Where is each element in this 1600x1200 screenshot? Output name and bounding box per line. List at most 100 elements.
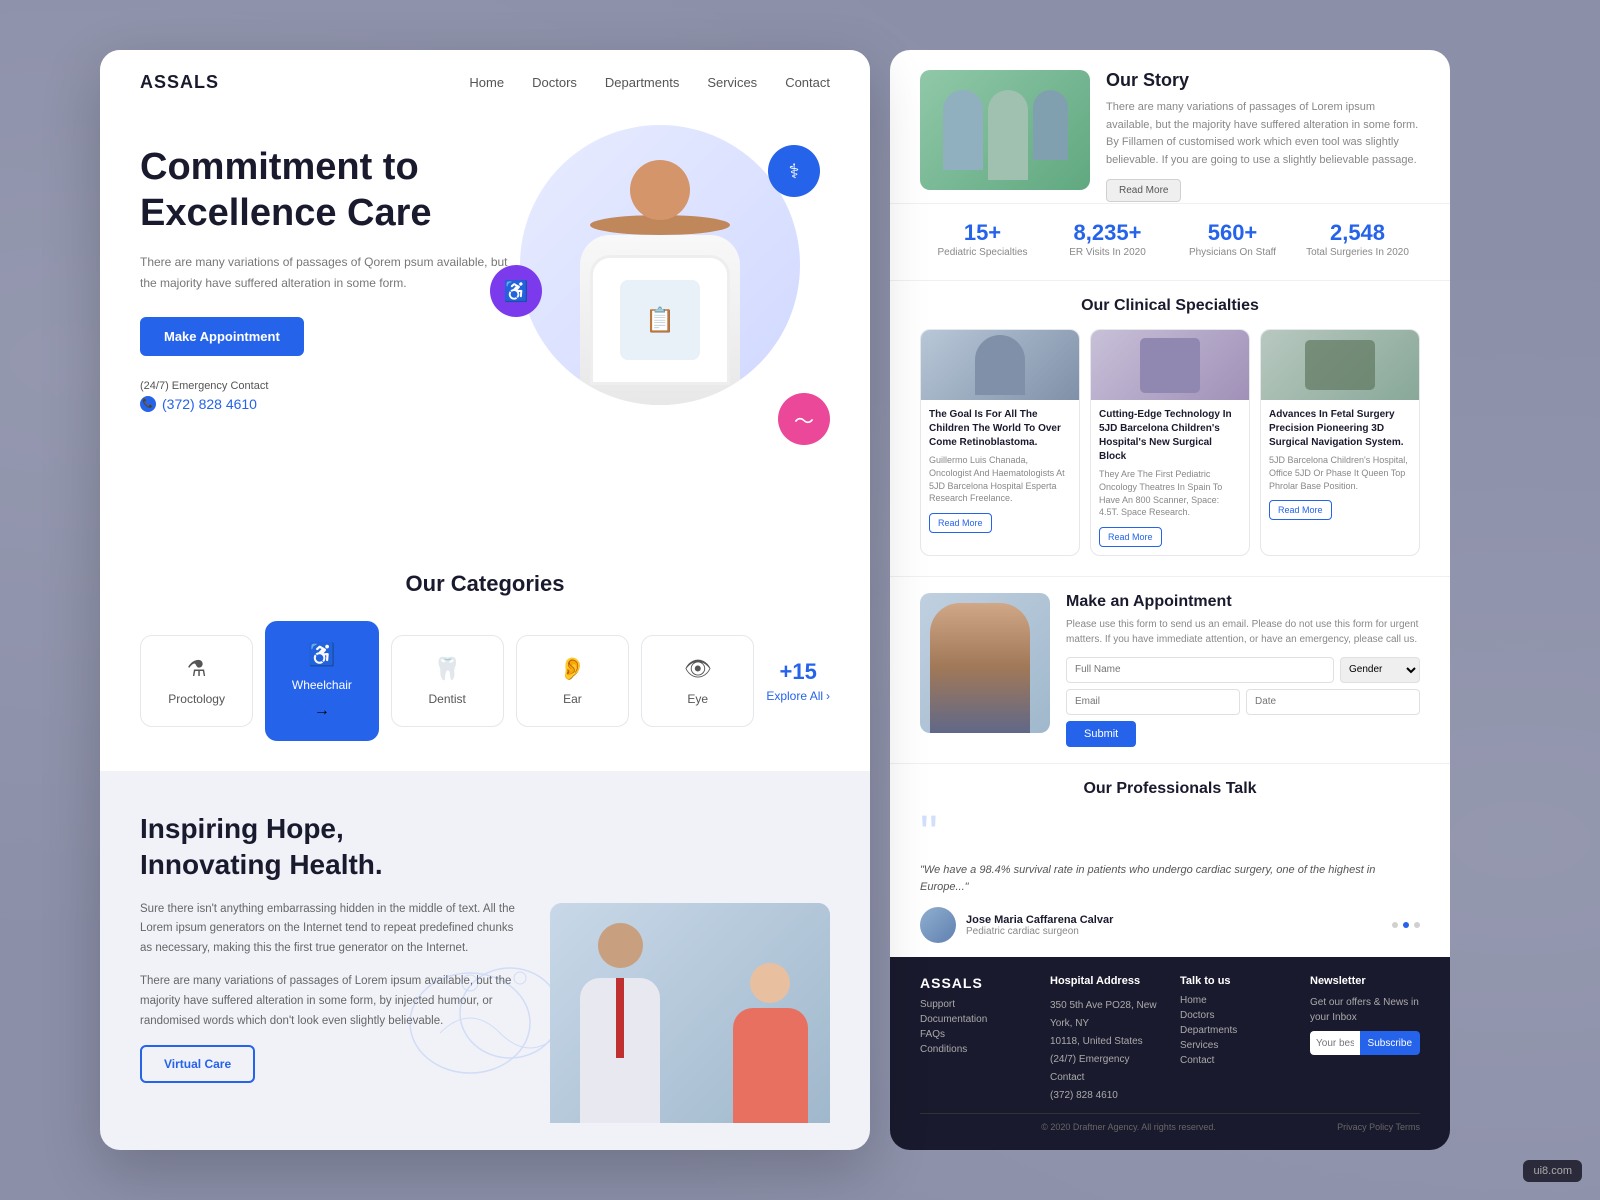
footer-nav-departments[interactable]: Departments [1180,1025,1290,1036]
nav-links: Home Doctors Departments Services Contac… [469,75,830,90]
floating-icon-medical: ⚕ [768,145,820,197]
form-row-email-date [1066,689,1420,715]
footer-link-support[interactable]: Support [920,999,1030,1010]
form-row-name-gender: Gender Male Female [1066,657,1420,683]
footer-link-docs[interactable]: Documentation [920,1014,1030,1025]
footer-nav-services[interactable]: Services [1180,1040,1290,1051]
email-input[interactable] [1066,689,1240,715]
stat-physicians: 560+ Physicians On Staff [1170,220,1295,260]
wheelchair-arrow: → [314,702,330,720]
clinical-section: Our Clinical Specialties The Goal Is For… [890,280,1450,575]
author-info: Jose Maria Caffarena Calvar Pediatric ca… [966,914,1113,937]
chevron-right-icon: › [826,689,830,703]
cat-ear[interactable]: 👂 Ear [516,635,629,727]
cat-dentist[interactable]: 🦷 Dentist [391,635,504,727]
author-avatar [920,907,956,943]
testimonial-author: Jose Maria Caffarena Calvar Pediatric ca… [920,907,1420,943]
footer-link-faqs[interactable]: FAQs [920,1029,1030,1040]
clinical-card-title-1: Cutting-Edge Technology In 5JD Barcelona… [1099,408,1241,464]
cat-proctology[interactable]: ⚗ Proctology [140,635,253,727]
bottom-title: Inspiring Hope, Innovating Health. [140,811,520,884]
explore-num: +15 [780,659,817,685]
footer-col-links: Talk to us Home Doctors Departments Serv… [1180,975,1290,1103]
emergency-info: (24/7) Emergency Contact 📞 (372) 828 461… [140,380,520,412]
stat-num-2: 560+ [1170,220,1295,246]
dentist-icon: 🦷 [433,656,460,682]
emergency-label: (24/7) Emergency Contact [140,380,520,392]
stat-pediatric: 15+ Pediatric Specialties [920,220,1045,260]
footer-nav-doctors[interactable]: Doctors [1180,1010,1290,1021]
submit-button[interactable]: Submit [1066,721,1136,747]
clinical-img-0 [921,330,1079,400]
footer-col-brand: ASSALS Support Documentation FAQs Condit… [920,975,1030,1103]
clinical-card-title-2: Advances In Fetal Surgery Precision Pion… [1269,408,1411,450]
nav-home[interactable]: Home [469,75,504,90]
story-image [920,70,1090,190]
footer-col-address: Hospital Address 350 5th Ave PO28, New Y… [1050,975,1160,1103]
bottom-section: Inspiring Hope, Innovating Health. Sure … [100,771,870,1123]
navigation: ASSALS Home Doctors Departments Services… [100,50,870,115]
wheelchair-label: Wheelchair [292,678,352,692]
read-more-story-button[interactable]: Read More [1106,179,1181,202]
stats-section: 15+ Pediatric Specialties 8,235+ ER Visi… [890,203,1450,280]
cat-wheelchair[interactable]: ♿ Wheelchair → [265,621,378,741]
clinical-readmore-1[interactable]: Read More [1099,527,1162,547]
bottom-desc2: There are many variations of passages of… [140,972,520,1031]
stat-surgeries: 2,548 Total Surgeries In 2020 [1295,220,1420,260]
ear-label: Ear [563,692,582,706]
clinical-card-text-0: Guillermo Luis Chanada, Oncologist And H… [929,454,1071,504]
footer-nav-contact[interactable]: Contact [1180,1055,1290,1066]
virtual-care-button[interactable]: Virtual Care [140,1045,255,1083]
footer-newsletter-title: Newsletter [1310,975,1420,987]
dot-1 [1392,922,1398,928]
testimonial-quote: "We have a 98.4% survival rate in patien… [920,862,1420,897]
nav-services[interactable]: Services [707,75,757,90]
testimonial-dots [1392,922,1420,928]
nav-contact[interactable]: Contact [785,75,830,90]
story-text-area: Our Story There are many variations of p… [1106,70,1420,202]
make-appointment-button[interactable]: Make Appointment [140,317,304,356]
date-input[interactable] [1246,689,1420,715]
footer-address-line1: 350 5th Ave PO28, New York, NY [1050,1000,1157,1029]
footer-address-title: Hospital Address [1050,975,1160,987]
appointment-title: Make an Appointment [1066,593,1420,611]
footer-phone: (372) 828 4610 [1050,1090,1118,1101]
nav-departments[interactable]: Departments [605,75,679,90]
main-container: ASSALS Home Doctors Departments Services… [100,50,1500,1150]
footer: ASSALS Support Documentation FAQs Condit… [890,957,1450,1150]
bottom-desc1: Sure there isn't anything embarrassing h… [140,900,520,959]
cat-eye[interactable]: 👁 Eye [641,635,754,727]
subscribe-button[interactable]: Subscribe [1360,1031,1420,1055]
explore-more[interactable]: +15 Explore All › [766,659,830,703]
gender-select[interactable]: Gender Male Female [1340,657,1420,683]
doctor-circle: 📋 [520,125,800,405]
clinical-readmore-2[interactable]: Read More [1269,500,1332,520]
clinical-readmore-0[interactable]: Read More [929,513,992,533]
stat-num-3: 2,548 [1295,220,1420,246]
clinical-card-text-2: 5JD Barcelona Children's Hospital, Offic… [1269,454,1411,492]
newsletter-input[interactable] [1310,1031,1360,1055]
stat-label-2: Physicians On Staff [1170,246,1295,260]
clinical-title: Our Clinical Specialties [920,297,1420,315]
nav-doctors[interactable]: Doctors [532,75,577,90]
dentist-label: Dentist [428,692,465,706]
copyright: © 2020 Draftner Agency. All rights reser… [1041,1122,1216,1132]
appointment-person [930,603,1030,733]
our-story-title: Our Story [1106,70,1420,91]
testimonial-title: Our Professionals Talk [920,780,1420,798]
clinical-cards: The Goal Is For All The Children The Wor… [920,329,1420,555]
appointment-desc: Please use this form to send us an email… [1066,617,1420,647]
privacy-links[interactable]: Privacy Policy Terms [1337,1122,1420,1132]
ear-icon: 👂 [559,656,586,682]
phone-icon: 📞 [140,396,156,412]
footer-link-conditions[interactable]: Conditions [920,1044,1030,1055]
appointment-content: Make an Appointment Please use this form… [1066,593,1420,747]
wheelchair-icon: ♿ [308,642,335,668]
testimonial-section: Our Professionals Talk " "We have a 98.4… [890,763,1450,957]
newsletter-form: Subscribe [1310,1031,1420,1055]
story-image-placeholder [920,70,1090,190]
fullname-input[interactable] [1066,657,1334,683]
eye-label: Eye [687,692,708,706]
stat-num-0: 15+ [920,220,1045,246]
footer-nav-home[interactable]: Home [1180,995,1290,1006]
